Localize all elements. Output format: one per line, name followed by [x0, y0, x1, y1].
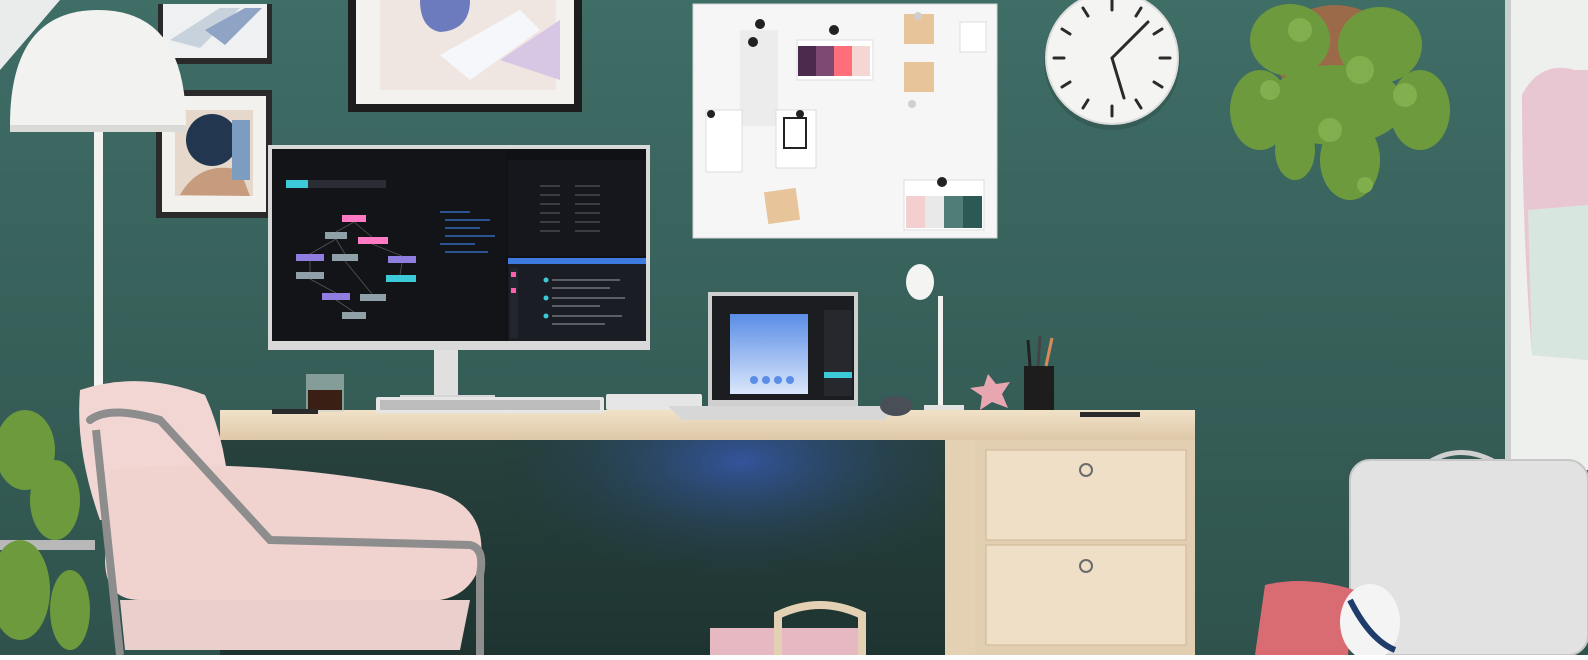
- keyboard: [376, 397, 604, 413]
- phone: [272, 409, 318, 414]
- monitor-stand: [434, 348, 458, 400]
- cushion: [1255, 581, 1400, 660]
- picture-frame-large: [348, 0, 582, 112]
- desk-phone: [1080, 412, 1140, 417]
- ultrawide-monitor: [268, 145, 650, 350]
- mouse: [880, 396, 912, 416]
- pinboard: [692, 3, 998, 239]
- clock-icon: [1044, 0, 1180, 130]
- home-office-scene: [0, 0, 1588, 660]
- glass: [306, 374, 344, 412]
- pen-holder: [1024, 335, 1054, 410]
- picture-frame-small-top: [158, 4, 272, 64]
